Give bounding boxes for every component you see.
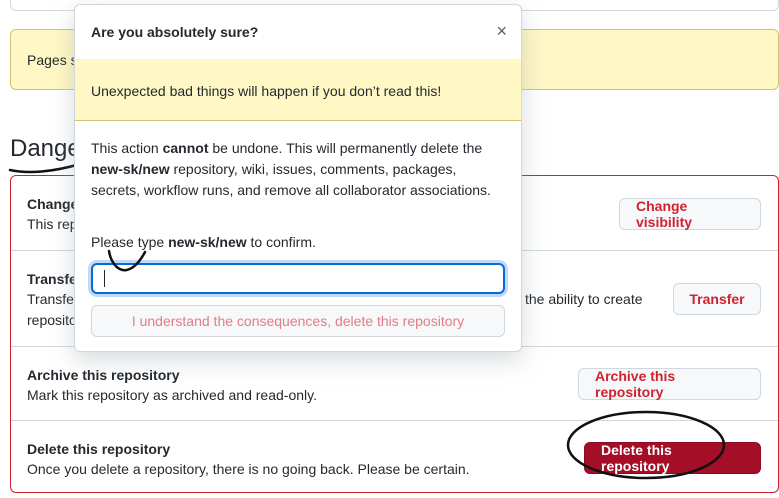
row-description: Once you delete a repository, there is n… — [27, 461, 470, 477]
danger-zone-heading: Dange — [10, 135, 81, 162]
danger-row-archive: Archive this repository Mark this reposi… — [11, 346, 778, 420]
archive-repository-button[interactable]: Archive this repository — [578, 368, 761, 400]
dialog-header: Are you absolutely sure? × — [75, 5, 521, 60]
dialog-title: Are you absolutely sure? — [91, 24, 259, 40]
row-title: Delete this repository — [27, 441, 171, 457]
change-visibility-button[interactable]: Change visibility — [619, 198, 761, 230]
annotation-underline-scribble — [8, 162, 82, 174]
delete-confirm-dialog: Are you absolutely sure? × Unexpected ba… — [74, 4, 522, 352]
transfer-button[interactable]: Transfer — [673, 283, 761, 315]
row-description: Transfe — [27, 291, 74, 307]
dialog-body-text: This action cannot be undone. This will … — [91, 138, 507, 201]
row-description: This rep — [27, 216, 78, 232]
danger-row-delete: Delete this repository Once you delete a… — [11, 420, 778, 492]
row-description: Mark this repository as archived and rea… — [27, 387, 317, 403]
annotation-check-scribble — [107, 249, 147, 272]
row-description-line2: reposito — [27, 312, 77, 328]
confirm-text-part: to confirm. — [246, 234, 316, 250]
pages-notice-text: Pages s — [27, 52, 78, 68]
delete-repository-button[interactable]: Delete this repository — [584, 442, 761, 474]
confirm-repo-name: new-sk/new — [168, 234, 247, 250]
row-description-tail: the ability to create — [525, 291, 643, 307]
body-emphasis: cannot — [162, 140, 209, 156]
row-title: Archive this repository — [27, 367, 180, 383]
confirm-delete-button[interactable]: I understand the consequences, delete th… — [91, 305, 505, 337]
row-title: Transfe — [27, 271, 77, 287]
row-title: Change — [27, 196, 79, 212]
body-text-part: be undone. This will permanently delete … — [208, 140, 483, 156]
body-text-part: This action — [91, 140, 163, 156]
confirm-repo-input[interactable] — [91, 263, 505, 294]
warning-text: Unexpected bad things will happen if you… — [91, 83, 442, 99]
text-caret — [104, 270, 105, 287]
repo-name: new-sk/new — [91, 161, 170, 177]
dialog-warning-banner: Unexpected bad things will happen if you… — [75, 59, 521, 121]
close-icon[interactable]: × — [496, 22, 507, 40]
